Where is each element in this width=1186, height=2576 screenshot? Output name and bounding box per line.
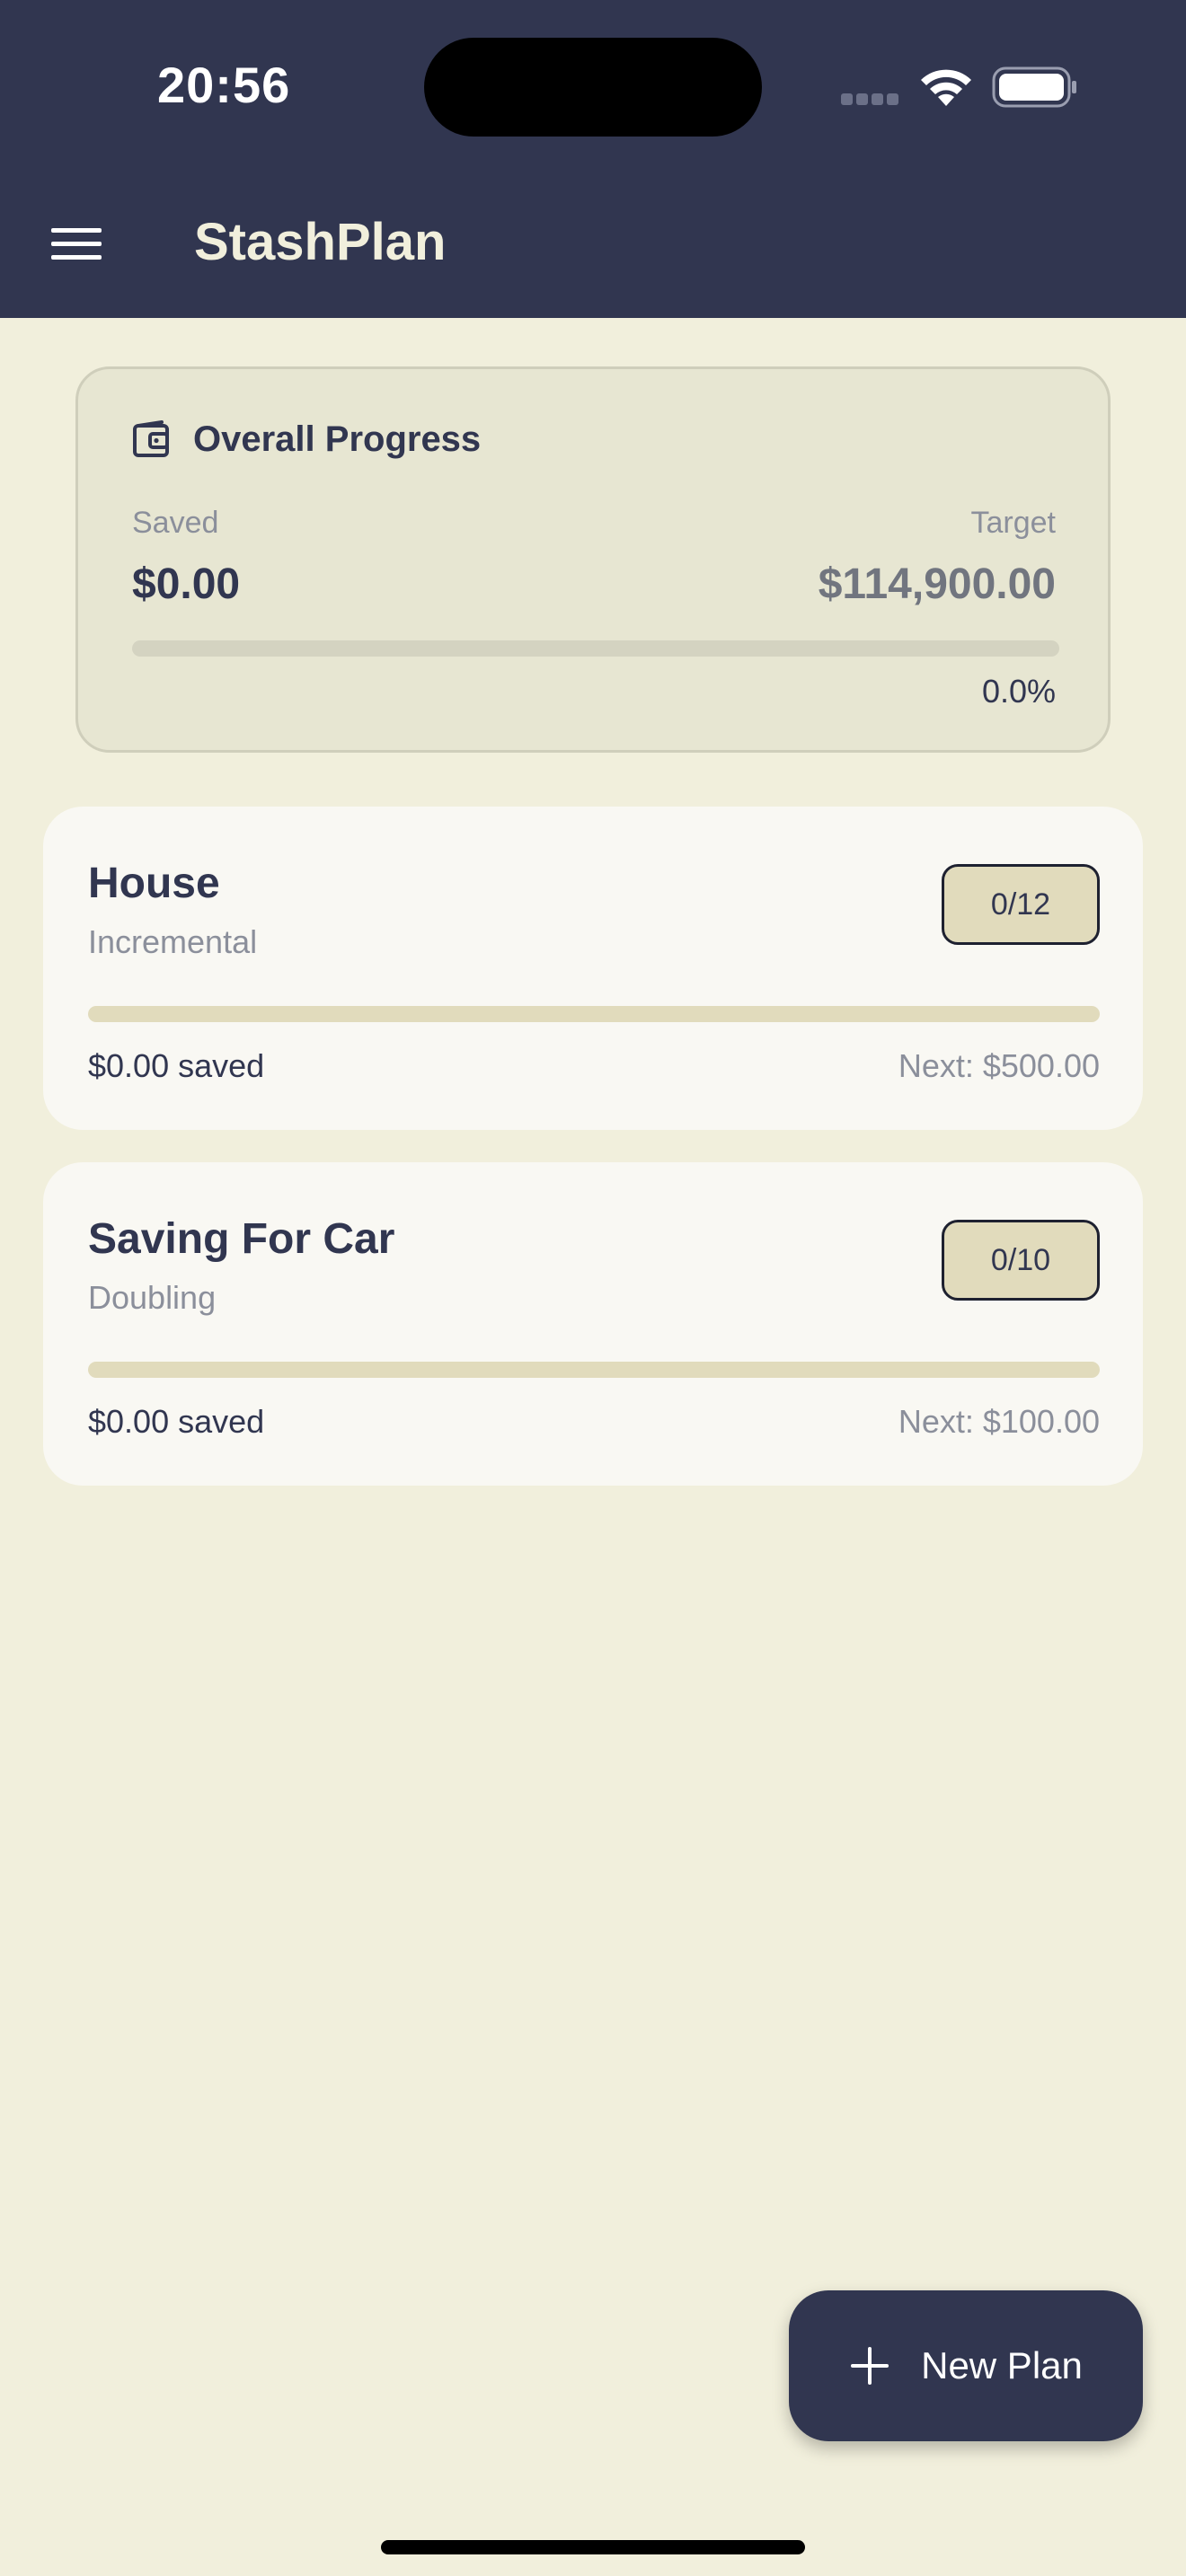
saved-value: $0.00 — [132, 560, 241, 608]
plan-saved-amount: $0.00 saved — [88, 1403, 265, 1440]
new-plan-label: New Plan — [921, 2344, 1083, 2386]
plan-count-badge: 0/10 — [942, 1220, 1100, 1301]
plan-next-amount: Next: $100.00 — [898, 1403, 1100, 1440]
status-time: 20:56 — [157, 57, 291, 113]
plan-saved-amount: $0.00 saved — [88, 1047, 265, 1084]
plan-card-house[interactable]: House Incremental 0/12 $0.00 saved Next:… — [43, 807, 1143, 1130]
plan-name: Saving For Car — [88, 1215, 395, 1263]
plan-type: Incremental — [88, 923, 258, 960]
app-title: StashPlan — [194, 213, 447, 271]
app-header: 20:56 StashPlan — [0, 0, 1186, 318]
dynamic-island — [424, 38, 762, 137]
overall-percent: 0.0% — [981, 673, 1056, 710]
plan-name: House — [88, 860, 220, 907]
plan-card-saving-for-car[interactable]: Saving For Car Doubling 0/10 $0.00 saved… — [43, 1162, 1143, 1486]
plus-icon — [851, 2347, 890, 2385]
target-value: $114,900.00 — [818, 560, 1056, 608]
menu-button[interactable] — [36, 208, 117, 280]
overall-title: Overall Progress — [193, 419, 482, 459]
saved-label: Saved — [132, 506, 219, 540]
battery-icon — [992, 66, 1076, 108]
wallet-icon — [133, 419, 169, 457]
plan-next-amount: Next: $500.00 — [898, 1047, 1100, 1084]
new-plan-button[interactable]: New Plan — [789, 2290, 1143, 2441]
plan-count-badge: 0/12 — [942, 864, 1100, 945]
plan-type: Doubling — [88, 1279, 217, 1316]
cellular-signal-icon — [841, 93, 902, 106]
home-indicator — [381, 2540, 805, 2554]
plan-progress-bar — [88, 1006, 1100, 1022]
target-label: Target — [970, 506, 1057, 540]
plan-progress-bar — [88, 1362, 1100, 1378]
overall-progress-bar — [132, 640, 1059, 657]
wifi-icon — [921, 69, 971, 106]
overall-title-row: Overall Progress — [132, 419, 481, 460]
screen: 20:56 StashPlan Overall Progress Saved T… — [0, 0, 1186, 2576]
overall-progress-card: Overall Progress Saved Target $0.00 $114… — [75, 366, 1111, 753]
hamburger-menu-icon — [51, 228, 102, 260]
